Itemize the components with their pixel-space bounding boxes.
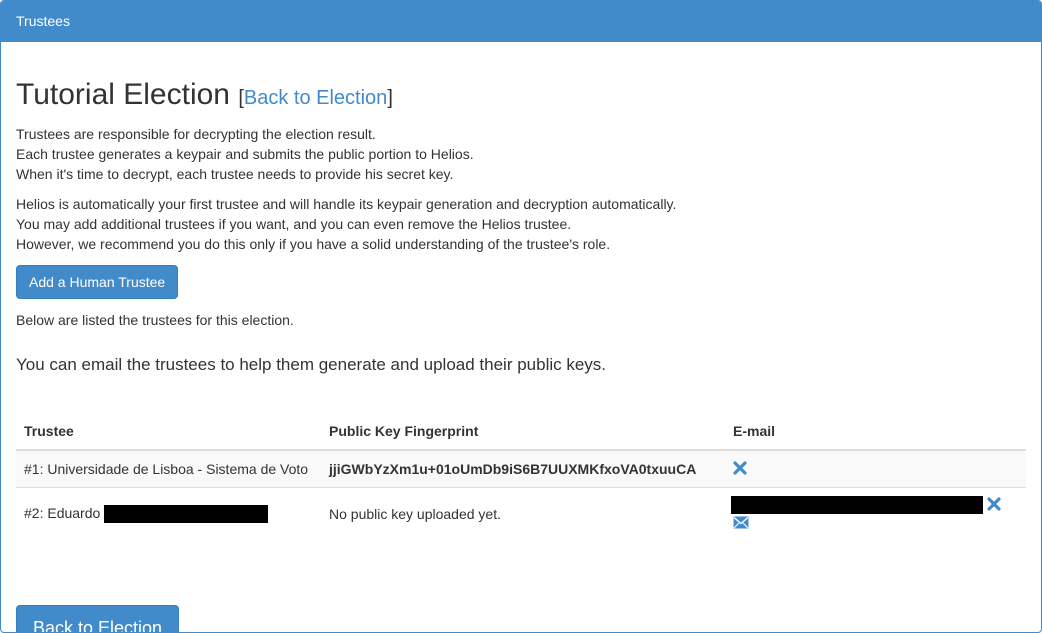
trustee-email-cell xyxy=(725,449,1026,488)
back-to-election-link[interactable]: Back to Election xyxy=(244,87,387,109)
trustee-email-cell xyxy=(725,486,1026,540)
public-key-status: No public key uploaded yet. xyxy=(321,486,725,540)
intro-paragraph-1: Trustees are responsible for decrypting … xyxy=(16,124,1026,184)
intro-line-4: Helios is automatically your first trust… xyxy=(16,196,677,212)
page-title: Tutorial Election [Back to Election] xyxy=(16,76,1026,117)
trustees-table: Trustee Public Key Fingerprint E-mail #1… xyxy=(16,413,1026,540)
intro-line-5: You may add additional trustees if you w… xyxy=(16,216,572,232)
add-human-trustee-button[interactable]: Add a Human Trustee xyxy=(16,265,179,299)
envelope-icon[interactable] xyxy=(733,516,749,532)
trustee-name-cell: #2: Eduardo xyxy=(16,486,321,540)
back-to-election-button[interactable]: Back to Election xyxy=(16,605,180,632)
redacted-email xyxy=(731,496,983,515)
column-header-trustee: Trustee xyxy=(16,413,321,451)
table-row: #1: Universidade de Lisboa - Sistema de … xyxy=(16,449,1026,488)
intro-line-3: When it's time to decrypt, each trustee … xyxy=(16,166,454,182)
redacted-name xyxy=(104,504,269,523)
intro-line-1: Trustees are responsible for decrypting … xyxy=(16,126,376,142)
trustees-panel: Trustees Tutorial Election [Back to Elec… xyxy=(0,0,1042,633)
panel-body: Tutorial Election [Back to Election] Tru… xyxy=(1,76,1041,632)
intro-line-2: Each trustee generates a keypair and sub… xyxy=(16,146,474,162)
intro-line-6: However, we recommend you do this only i… xyxy=(16,236,611,252)
election-title: Tutorial Election xyxy=(16,78,230,111)
remove-icon[interactable] xyxy=(733,461,747,478)
table-header-row: Trustee Public Key Fingerprint E-mail xyxy=(16,413,1026,451)
email-trustees-note: You can email the trustees to help them … xyxy=(16,355,607,374)
trustee-name: #2: Eduardo xyxy=(24,504,101,521)
remove-icon[interactable] xyxy=(987,497,1001,514)
trustee-name: #1: Universidade de Lisboa - Sistema de … xyxy=(16,449,321,488)
trustees-list-note: Below are listed the trustees for this e… xyxy=(16,312,294,328)
table-row: #2: Eduardo No public key uploaded yet. xyxy=(16,486,1026,540)
public-key-fingerprint: jjiGWbYzXm1u+01oUmDb9iS6B7UUXMKfxoVA0txu… xyxy=(321,449,725,488)
panel-title: Trustees xyxy=(1,1,1041,42)
bracket-close: ] xyxy=(387,87,393,109)
column-header-email: E-mail xyxy=(725,413,1026,451)
intro-paragraph-2: Helios is automatically your first trust… xyxy=(16,194,1026,254)
column-header-fingerprint: Public Key Fingerprint xyxy=(321,413,725,451)
